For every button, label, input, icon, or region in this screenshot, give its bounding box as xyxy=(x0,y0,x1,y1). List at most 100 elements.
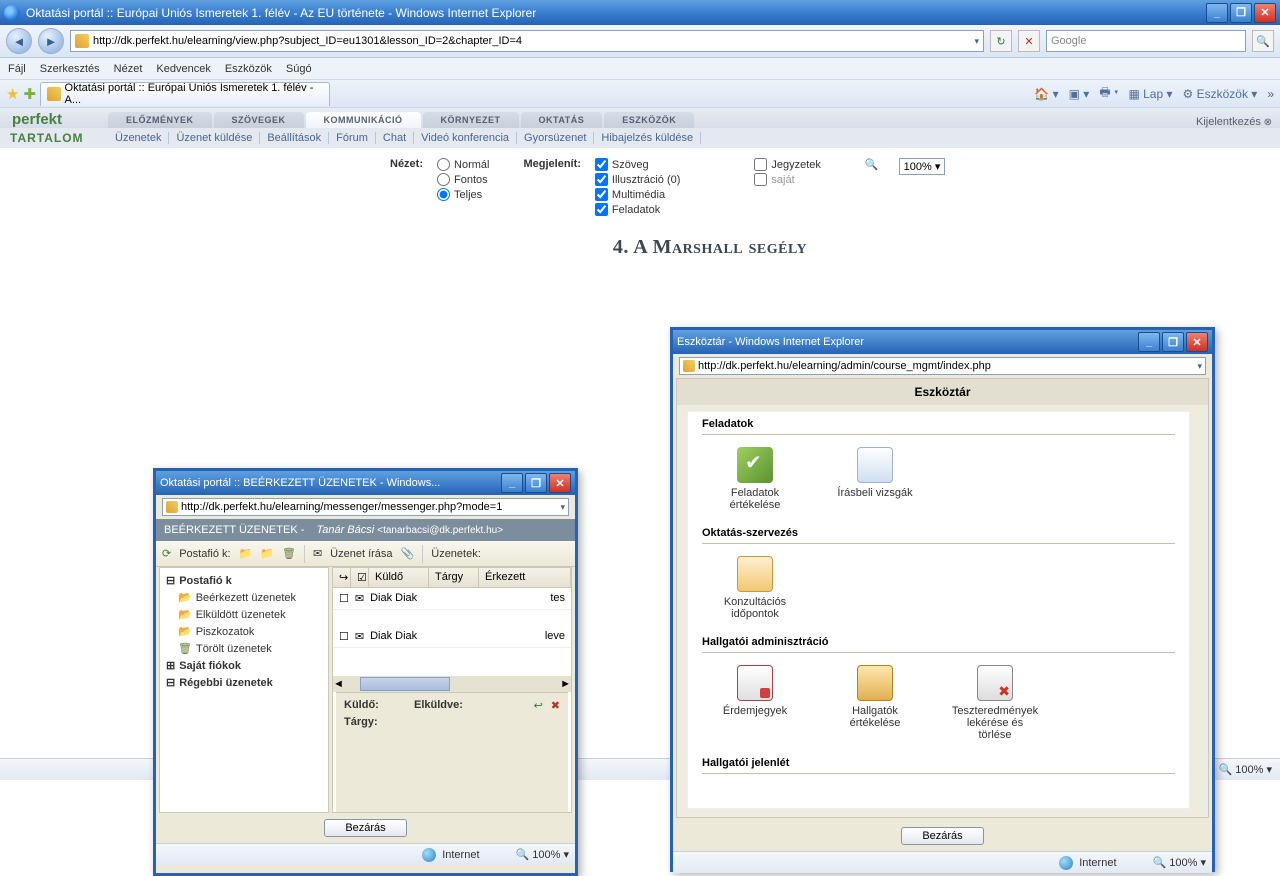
chk-multimedia[interactable]: Multimédia xyxy=(595,188,680,201)
tool-ertekel[interactable]: Feladatok értékelése xyxy=(710,447,800,511)
chk-feladatok[interactable]: Feladatok xyxy=(595,203,680,216)
menu-file[interactable]: Fájl xyxy=(8,63,26,75)
folder-icon[interactable]: 📁 xyxy=(260,547,274,560)
tool-close[interactable]: ✕ xyxy=(1186,332,1208,352)
subnav-gyors[interactable]: Gyorsüzenet xyxy=(517,132,594,144)
tool-teszteredmenyek[interactable]: Teszteredmények lekérése és törlése xyxy=(950,665,1040,741)
tree-old[interactable]: ⊟ Régebbi üzenetek xyxy=(164,674,324,691)
msg-addr-dropdown[interactable]: ▾ xyxy=(560,502,565,513)
tool-address[interactable]: http://dk.perfekt.hu/elearning/admin/cou… xyxy=(679,357,1206,375)
tree-own[interactable]: ⊞ Saját fiókok xyxy=(164,657,324,674)
search-box[interactable]: Google xyxy=(1046,30,1246,52)
address-bar[interactable]: ▾ xyxy=(70,30,984,52)
trash-icon[interactable]: 🗑 xyxy=(282,547,296,560)
tree-inbox[interactable]: 📂Beérkezett üzenetek xyxy=(164,589,324,606)
compose-icon[interactable]: ✉ xyxy=(313,547,322,560)
page-menu[interactable]: ▦ Lap ▾ xyxy=(1128,87,1172,101)
subnav-hiba[interactable]: Hibajelzés küldése xyxy=(594,132,701,144)
msg-minimize[interactable]: _ xyxy=(501,473,523,493)
subnav-forum[interactable]: Fórum xyxy=(329,132,376,144)
back-button[interactable]: ◄ xyxy=(6,28,32,54)
tool-erdemjegyek[interactable]: Érdemjegyek xyxy=(710,665,800,741)
menu-edit[interactable]: Szerkesztés xyxy=(40,63,100,75)
tools-menu[interactable]: ⚙ Eszközök ▾ xyxy=(1183,87,1258,101)
menu-help[interactable]: Súgó xyxy=(286,63,312,75)
radio-normal[interactable]: Normál xyxy=(437,158,489,171)
stop-button[interactable]: ✕ xyxy=(1018,30,1040,52)
col-erkezett[interactable]: Érkezett xyxy=(479,568,571,587)
logout-link[interactable]: Kijelentkezés ⊗ xyxy=(1196,116,1272,128)
help-icon[interactable]: » xyxy=(1267,87,1274,101)
zoom-select[interactable]: 100% ▾ xyxy=(899,158,946,175)
tool-irasbeli[interactable]: Írásbeli vizsgák xyxy=(830,447,920,511)
chk-szoveg[interactable]: Szöveg xyxy=(595,158,680,171)
tab-site-icon xyxy=(47,87,61,101)
messages-popup: Oktatási portál :: BEÉRKEZETT ÜZENETEK -… xyxy=(153,468,578,876)
logo: perfekt xyxy=(0,111,108,128)
menu-tools[interactable]: Eszközök xyxy=(225,63,272,75)
tab-oktatas[interactable]: OKTATÁS xyxy=(521,112,603,128)
tab-kornyezet[interactable]: KÖRNYEZET xyxy=(423,112,519,128)
sub-nav: Üzenetek Üzenet küldése Beállítások Fóru… xyxy=(108,132,701,144)
msg-address[interactable]: http://dk.perfekt.hu/elearning/messenger… xyxy=(162,498,569,516)
subnav-beallitasok[interactable]: Beállítások xyxy=(260,132,329,144)
forward-button[interactable]: ► xyxy=(38,28,64,54)
url-input[interactable] xyxy=(93,35,970,47)
tab-kommunikacio[interactable]: KOMMUNIKÁCIÓ xyxy=(306,112,421,128)
search-button[interactable]: 🔍 xyxy=(1252,30,1274,52)
msg-close-button[interactable]: Bezárás xyxy=(324,819,406,837)
favorites-star-icon[interactable]: ★ xyxy=(6,85,19,103)
list-item[interactable]: ☐✉Diak Diaktes xyxy=(333,588,571,610)
tool-title: Eszköztár - Windows Internet Explorer xyxy=(677,336,1138,348)
refresh-icon[interactable]: ⟳ xyxy=(162,547,171,560)
subnav-video[interactable]: Videó konferencia xyxy=(414,132,517,144)
chk-sajat[interactable]: saját xyxy=(754,173,821,186)
col-targy[interactable]: Tárgy xyxy=(429,568,479,587)
article-heading: 4. A Marshall segély xyxy=(340,236,1080,259)
tree-root[interactable]: ⊟ Postafió k xyxy=(164,572,324,589)
tree-trash[interactable]: 🗑Törölt üzenetek xyxy=(164,640,324,657)
print-icon[interactable]: 🖶 ▾ xyxy=(1099,83,1118,104)
list-item[interactable]: ☐✉Diak Diakleve xyxy=(333,626,571,648)
radio-teljes[interactable]: Teljes xyxy=(437,188,489,201)
tab-szovegek[interactable]: SZÖVEGEK xyxy=(214,112,304,128)
col-kuldo[interactable]: Küldő xyxy=(369,568,429,587)
attach-icon[interactable]: 📎 xyxy=(401,547,415,560)
compose-label[interactable]: Üzenet írása xyxy=(330,548,392,560)
tool-addr-dropdown[interactable]: ▾ xyxy=(1197,361,1202,372)
tool-minimize[interactable]: _ xyxy=(1138,332,1160,352)
menu-favorites[interactable]: Kedvencek xyxy=(156,63,210,75)
chk-jegyzetek[interactable]: Jegyzetek xyxy=(754,158,821,171)
minimize-button[interactable]: _ xyxy=(1206,3,1228,23)
msg-close[interactable]: ✕ xyxy=(549,473,571,493)
tab-elozmenyek[interactable]: ELŐZMÉNYEK xyxy=(108,112,212,128)
maximize-button[interactable]: ❐ xyxy=(1230,3,1252,23)
tool-hallgatok[interactable]: Hallgatók értékelése xyxy=(830,665,920,741)
feeds-icon[interactable]: ▣ ▾ xyxy=(1069,87,1090,101)
reply-icon[interactable]: ↩ xyxy=(534,699,543,712)
refresh-button[interactable]: ↻ xyxy=(990,30,1012,52)
tool-maximize[interactable]: ❐ xyxy=(1162,332,1184,352)
address-dropdown[interactable]: ▾ xyxy=(974,36,979,47)
close-button[interactable]: ✕ xyxy=(1254,3,1276,23)
tree-drafts[interactable]: 📂Piszkozatok xyxy=(164,623,324,640)
tab-eszkozok[interactable]: ESZKÖZÖK xyxy=(604,112,694,128)
tool-konzultacio[interactable]: Konzultációs időpontok xyxy=(710,556,800,620)
zone-globe-icon xyxy=(422,848,436,862)
delete-icon[interactable]: ✖ xyxy=(551,699,560,712)
home-icon[interactable]: 🏠 ▾ xyxy=(1034,87,1058,101)
add-favorites-icon[interactable]: ✚ xyxy=(23,85,36,103)
subnav-chat[interactable]: Chat xyxy=(376,132,414,144)
tool-close-button[interactable]: Bezárás xyxy=(901,827,983,845)
page-tab[interactable]: Oktatási portál :: Európai Uniós Ismeret… xyxy=(40,82,330,106)
site-icon xyxy=(166,501,178,513)
tree-sent[interactable]: 📂Elküldött üzenetek xyxy=(164,606,324,623)
msg-maximize[interactable]: ❐ xyxy=(525,473,547,493)
menu-view[interactable]: Nézet xyxy=(114,63,143,75)
folder-icon[interactable]: 📁 xyxy=(239,547,253,560)
chk-illusztracio[interactable]: Illusztráció (0) xyxy=(595,173,680,186)
h-scrollbar[interactable]: ◄► xyxy=(333,676,571,692)
radio-fontos[interactable]: Fontos xyxy=(437,173,489,186)
subnav-kuldes[interactable]: Üzenet küldése xyxy=(169,132,260,144)
subnav-uzenetek[interactable]: Üzenetek xyxy=(108,132,169,144)
